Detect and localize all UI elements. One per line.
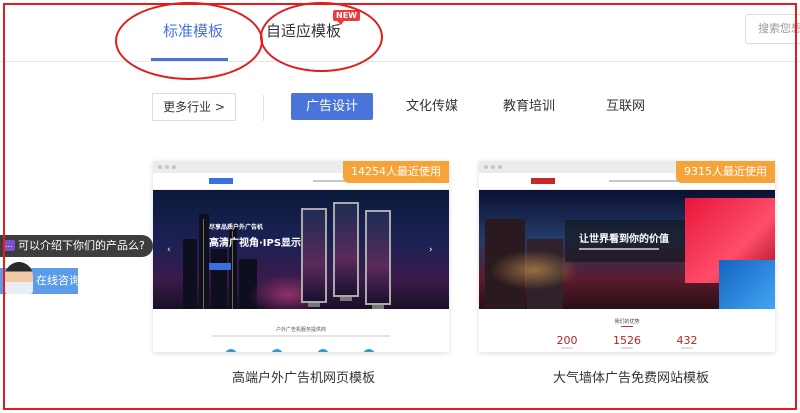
hero-small-heading: 尽享品质户外广告机 (209, 222, 263, 231)
feature-icon (225, 349, 237, 352)
usage-count-badge: 14254人最近使用 (343, 161, 449, 183)
browser-dot (498, 165, 502, 169)
ad-display-stand (301, 208, 327, 303)
skyline-building (211, 249, 227, 309)
chat-prompt-bubble[interactable]: 可以介绍下你们的产品么? (0, 235, 153, 257)
advantages-heading: 我们的优势 (479, 318, 775, 325)
stat-value: 432 (657, 334, 717, 347)
support-agent-avatar (5, 262, 33, 294)
more-industries-button[interactable]: 更多行业 > (152, 93, 236, 121)
stat-label (537, 347, 597, 349)
tab-standard-template[interactable]: 标准模板 (163, 18, 223, 44)
search-input[interactable]: 搜索您想 (745, 14, 800, 44)
preview-logo (209, 178, 233, 184)
preview-lower-section: 户外广告机服务提供商 (153, 309, 449, 352)
template-tab-bar (0, 0, 800, 62)
preview-hero-image: 让世界看到你的价值 (479, 190, 775, 309)
preview-lower-section: 我们的优势 200 1526 432 (479, 309, 775, 352)
feature-icon (317, 349, 329, 352)
skyline-building (183, 239, 197, 309)
stat-label (597, 347, 657, 349)
filter-divider (263, 95, 264, 121)
category-ad-design[interactable]: 广告设计 (291, 93, 373, 120)
ad-display-stand (365, 210, 391, 305)
preview-subtext (212, 335, 390, 337)
slide-next-icon: › (429, 245, 433, 255)
skyline-building (199, 214, 209, 309)
stat-label (657, 347, 717, 349)
template-card-outdoor-ad[interactable]: 14254人最近使用 尽享品质户外广告机 高清广视角·IPS显示 ‹ › 户外广… (153, 161, 449, 352)
hero-heading: 让世界看到你的价值 (579, 230, 669, 245)
preview-logo (531, 178, 555, 184)
category-internet[interactable]: 互联网 (606, 93, 645, 120)
tab-adaptive-template[interactable]: 自适应模板 (266, 18, 341, 44)
stat-value: 200 (537, 334, 597, 347)
card-title[interactable]: 大气墙体广告免费网站模板 (553, 367, 709, 386)
chat-prompt-text: 可以介绍下你们的产品么? (18, 239, 145, 252)
usage-count-badge: 9315人最近使用 (676, 161, 775, 183)
ad-display-stand (333, 202, 359, 297)
browser-dot (484, 165, 488, 169)
city-light (203, 219, 204, 309)
browser-dot (158, 165, 162, 169)
chat-icon (4, 240, 15, 251)
blue-billboard (719, 260, 775, 309)
active-tab-indicator (151, 58, 228, 61)
browser-dot (172, 165, 176, 169)
preview-caption: 户外广告机服务提供商 (153, 326, 449, 333)
template-card-wall-ad[interactable]: 9315人最近使用 让世界看到你的价值 我们的优势 200 1526 432 (479, 161, 775, 352)
hero-slogan-box: 让世界看到你的价值 (565, 220, 685, 262)
hero-cta (209, 263, 231, 270)
category-education[interactable]: 教育培训 (503, 93, 555, 120)
preview-hero-image: 尽享品质户外广告机 高清广视角·IPS显示 ‹ › (153, 190, 449, 309)
new-badge: NEW (333, 10, 360, 21)
feature-icon (271, 349, 283, 352)
hero-heading: 高清广视角·IPS显示 (209, 234, 301, 249)
heading-underline (621, 326, 633, 327)
stat-value: 1526 (597, 334, 657, 347)
category-culture-media[interactable]: 文化传媒 (406, 93, 458, 120)
hero-subtext (579, 248, 659, 250)
card-title[interactable]: 高端户外广告机网页模板 (232, 367, 375, 386)
slide-prev-icon: ‹ (167, 245, 171, 255)
feature-icon (363, 349, 375, 352)
browser-dot (491, 165, 495, 169)
browser-dot (165, 165, 169, 169)
